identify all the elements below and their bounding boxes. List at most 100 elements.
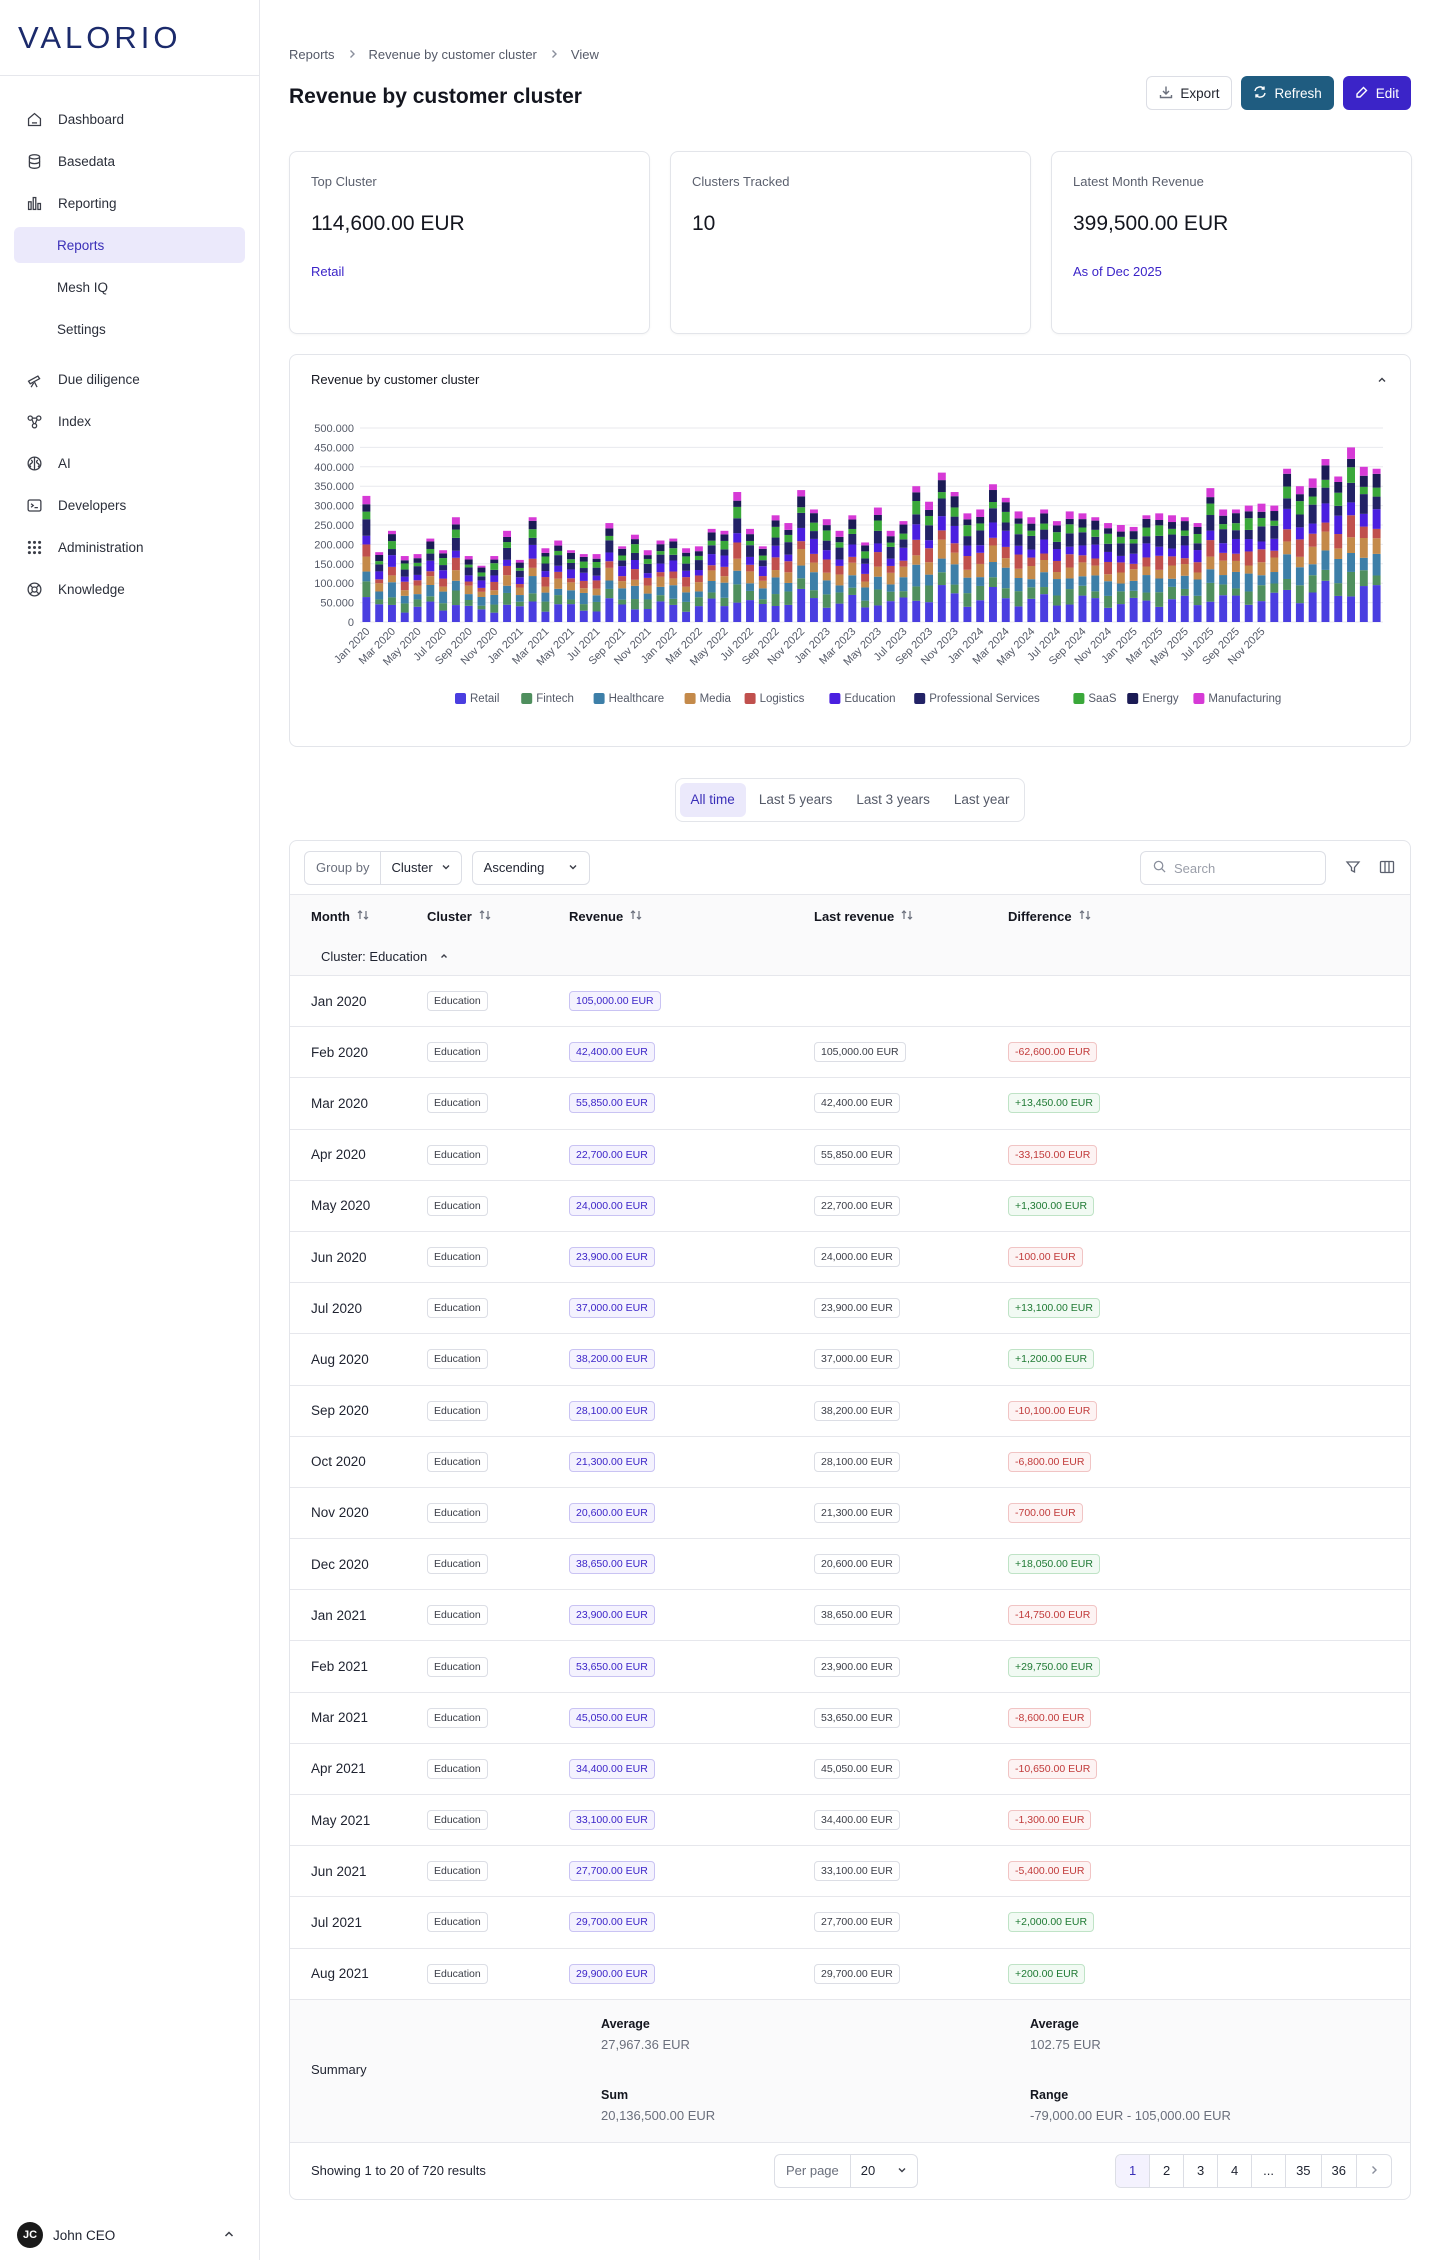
- sort-order-select[interactable]: Ascending: [471, 850, 591, 885]
- kpi-link[interactable]: Retail: [311, 264, 628, 279]
- tab-all-time[interactable]: All time: [679, 783, 746, 817]
- bar-segment: [618, 548, 627, 556]
- sidebar-item-ai[interactable]: AI: [0, 442, 259, 484]
- revenue-tag: 105,000.00 EUR: [569, 991, 661, 1012]
- table-row[interactable]: Mar 2021 Education 45,050.00 EUR 53,650.00 …: [290, 1693, 1410, 1744]
- sort-icon: [900, 909, 914, 924]
- filter-icon[interactable]: [1345, 859, 1361, 880]
- table-row[interactable]: Sep 2020 Education 28,100.00 EUR 38,200.00 …: [290, 1386, 1410, 1437]
- bar-segment: [873, 520, 882, 531]
- column-header-month[interactable]: Month: [290, 909, 427, 924]
- table-row[interactable]: Jul 2021 Education 29,700.00 EUR 27,700.00 …: [290, 1897, 1410, 1949]
- table-footer: Showing 1 to 20 of 720 results Per page …: [290, 2143, 1410, 2199]
- bar-segment: [1168, 528, 1176, 535]
- bar-segment: [809, 538, 818, 554]
- table-row[interactable]: Dec 2020 Education 38,650.00 EUR 20,600.00 …: [290, 1539, 1410, 1591]
- group-by-select[interactable]: Group by Cluster: [304, 850, 462, 885]
- table-row[interactable]: Jan 2021 Education 23,900.00 EUR 38,650.00 …: [290, 1590, 1410, 1642]
- sidebar-item-dashboard[interactable]: Dashboard: [0, 98, 259, 140]
- bar-segment: [643, 585, 652, 594]
- column-header-revenue[interactable]: Revenue: [569, 909, 814, 924]
- bar-segment: [1193, 533, 1202, 544]
- page-button[interactable]: 2: [1150, 2154, 1185, 2187]
- bar-segment: [1129, 580, 1138, 591]
- group-header-row[interactable]: Cluster: Education: [290, 937, 1410, 976]
- table-row[interactable]: Jun 2021 Education 27,700.00 EUR 33,100.00 …: [290, 1846, 1410, 1898]
- table-row[interactable]: Apr 2021 Education 34,400.00 EUR 45,050.00 …: [290, 1744, 1410, 1795]
- sidebar-item-reporting[interactable]: Reporting: [0, 182, 259, 224]
- bar-segment: [682, 570, 691, 578]
- sidebar-item-index[interactable]: Index: [0, 400, 259, 442]
- tab-last-5-years[interactable]: Last 5 years: [748, 783, 844, 817]
- bar-segment: [592, 567, 601, 576]
- bar-segment: [1040, 529, 1049, 540]
- user-menu[interactable]: JC John CEO: [0, 2210, 259, 2260]
- page-button[interactable]: 35: [1286, 2154, 1322, 2187]
- bar-segment: [720, 582, 729, 598]
- bar-segment: [541, 586, 550, 593]
- tab-last-year[interactable]: Last year: [943, 783, 1021, 817]
- table-row[interactable]: Oct 2020 Education 21,300.00 EUR 28,100.00 …: [290, 1437, 1410, 1488]
- sidebar-item-developers[interactable]: Developers: [0, 484, 259, 526]
- table-row[interactable]: Aug 2021 Education 29,900.00 EUR 29,700.00 …: [290, 1949, 1410, 2000]
- summary-value: 20,136,500.00 EUR: [601, 2107, 716, 2123]
- next-page-button[interactable]: [1357, 2155, 1391, 2187]
- page-button[interactable]: 4: [1218, 2154, 1253, 2187]
- sidebar-item-settings[interactable]: Settings: [0, 308, 259, 350]
- bar-segment: [375, 561, 384, 565]
- bar-segment: [592, 601, 601, 612]
- table-row[interactable]: Jan 2020 Education 105,000.00 EUR: [290, 976, 1410, 1028]
- bar-segment: [771, 545, 780, 558]
- breadcrumb-item-reports[interactable]: Reports: [289, 47, 335, 62]
- table-row[interactable]: Feb 2021 Education 53,650.00 EUR 23,900.00 …: [290, 1641, 1410, 1693]
- sidebar-item-due-diligence[interactable]: Due diligence: [0, 358, 259, 400]
- bar-segment: [963, 593, 972, 607]
- breadcrumb-item-report[interactable]: Revenue by customer cluster: [369, 47, 537, 62]
- bar-segment: [1142, 518, 1151, 528]
- column-header-difference[interactable]: Difference: [1008, 909, 1208, 924]
- bar-segment: [515, 562, 524, 568]
- tab-last-3-years[interactable]: Last 3 years: [845, 783, 941, 817]
- sidebar-item-administration[interactable]: Administration: [0, 526, 259, 568]
- edit-button[interactable]: Edit: [1342, 76, 1411, 110]
- search-input[interactable]: Search: [1140, 851, 1326, 885]
- bar-segment: [861, 542, 870, 546]
- per-page-select[interactable]: Per page 20: [774, 2153, 919, 2188]
- columns-icon[interactable]: [1379, 859, 1395, 880]
- table-row[interactable]: May 2021 Education 33,100.00 EUR 34,400.00 …: [290, 1795, 1410, 1847]
- table-row[interactable]: May 2020 Education 24,000.00 EUR 22,700.00 …: [290, 1181, 1410, 1232]
- sidebar-item-reports[interactable]: Reports: [14, 227, 245, 263]
- bar-segment: [630, 585, 639, 600]
- column-header-last-revenue[interactable]: Last revenue: [814, 909, 1008, 924]
- page-button[interactable]: 36: [1322, 2154, 1357, 2187]
- bar-segment: [937, 572, 946, 586]
- column-header-cluster[interactable]: Cluster: [427, 909, 569, 924]
- table-row[interactable]: Jun 2020 Education 23,900.00 EUR 24,000.00 …: [290, 1232, 1410, 1284]
- kpi-link[interactable]: As of Dec 2025: [1073, 264, 1390, 279]
- chevron-up-icon[interactable]: [1376, 373, 1388, 391]
- refresh-button[interactable]: Refresh: [1241, 76, 1334, 110]
- page-button[interactable]: 3: [1184, 2154, 1219, 2187]
- page-button[interactable]: 1: [1116, 2154, 1151, 2187]
- bar-segment: [809, 572, 818, 591]
- bar-segment: [1129, 590, 1138, 598]
- sidebar-item-knowledge[interactable]: Knowledge: [0, 568, 259, 610]
- table-row[interactable]: Apr 2020 Education 22,700.00 EUR 55,850.00 …: [290, 1130, 1410, 1181]
- bar-segment: [886, 542, 895, 547]
- table-row[interactable]: Mar 2020 Education 55,850.00 EUR 42,400.00 …: [290, 1078, 1410, 1130]
- difference-tag: -33,150.00 EUR: [1008, 1144, 1098, 1165]
- bar-segment: [771, 537, 780, 546]
- table-row[interactable]: Feb 2020 Education 42,400.00 EUR 105,000.00…: [290, 1027, 1410, 1079]
- table-row[interactable]: Nov 2020 Education 20,600.00 EUR 21,300.00 …: [290, 1488, 1410, 1540]
- bar-segment: [1219, 560, 1228, 576]
- table-row[interactable]: Jul 2020 Education 37,000.00 EUR 23,900.00 …: [290, 1283, 1410, 1335]
- bar-segment: [899, 577, 908, 592]
- logo[interactable]: VALORIO: [0, 0, 259, 76]
- bar-segment: [1065, 518, 1074, 525]
- table-row[interactable]: Aug 2020 Education 38,200.00 EUR 37,000.00 …: [290, 1334, 1410, 1386]
- last-revenue-tag: 45,050.00 EUR: [814, 1758, 900, 1779]
- bar-segment: [1308, 496, 1317, 505]
- export-button[interactable]: Export: [1146, 76, 1233, 110]
- sidebar-item-mesh-iq[interactable]: Mesh IQ: [0, 266, 259, 308]
- sidebar-item-basedata[interactable]: Basedata: [0, 140, 259, 182]
